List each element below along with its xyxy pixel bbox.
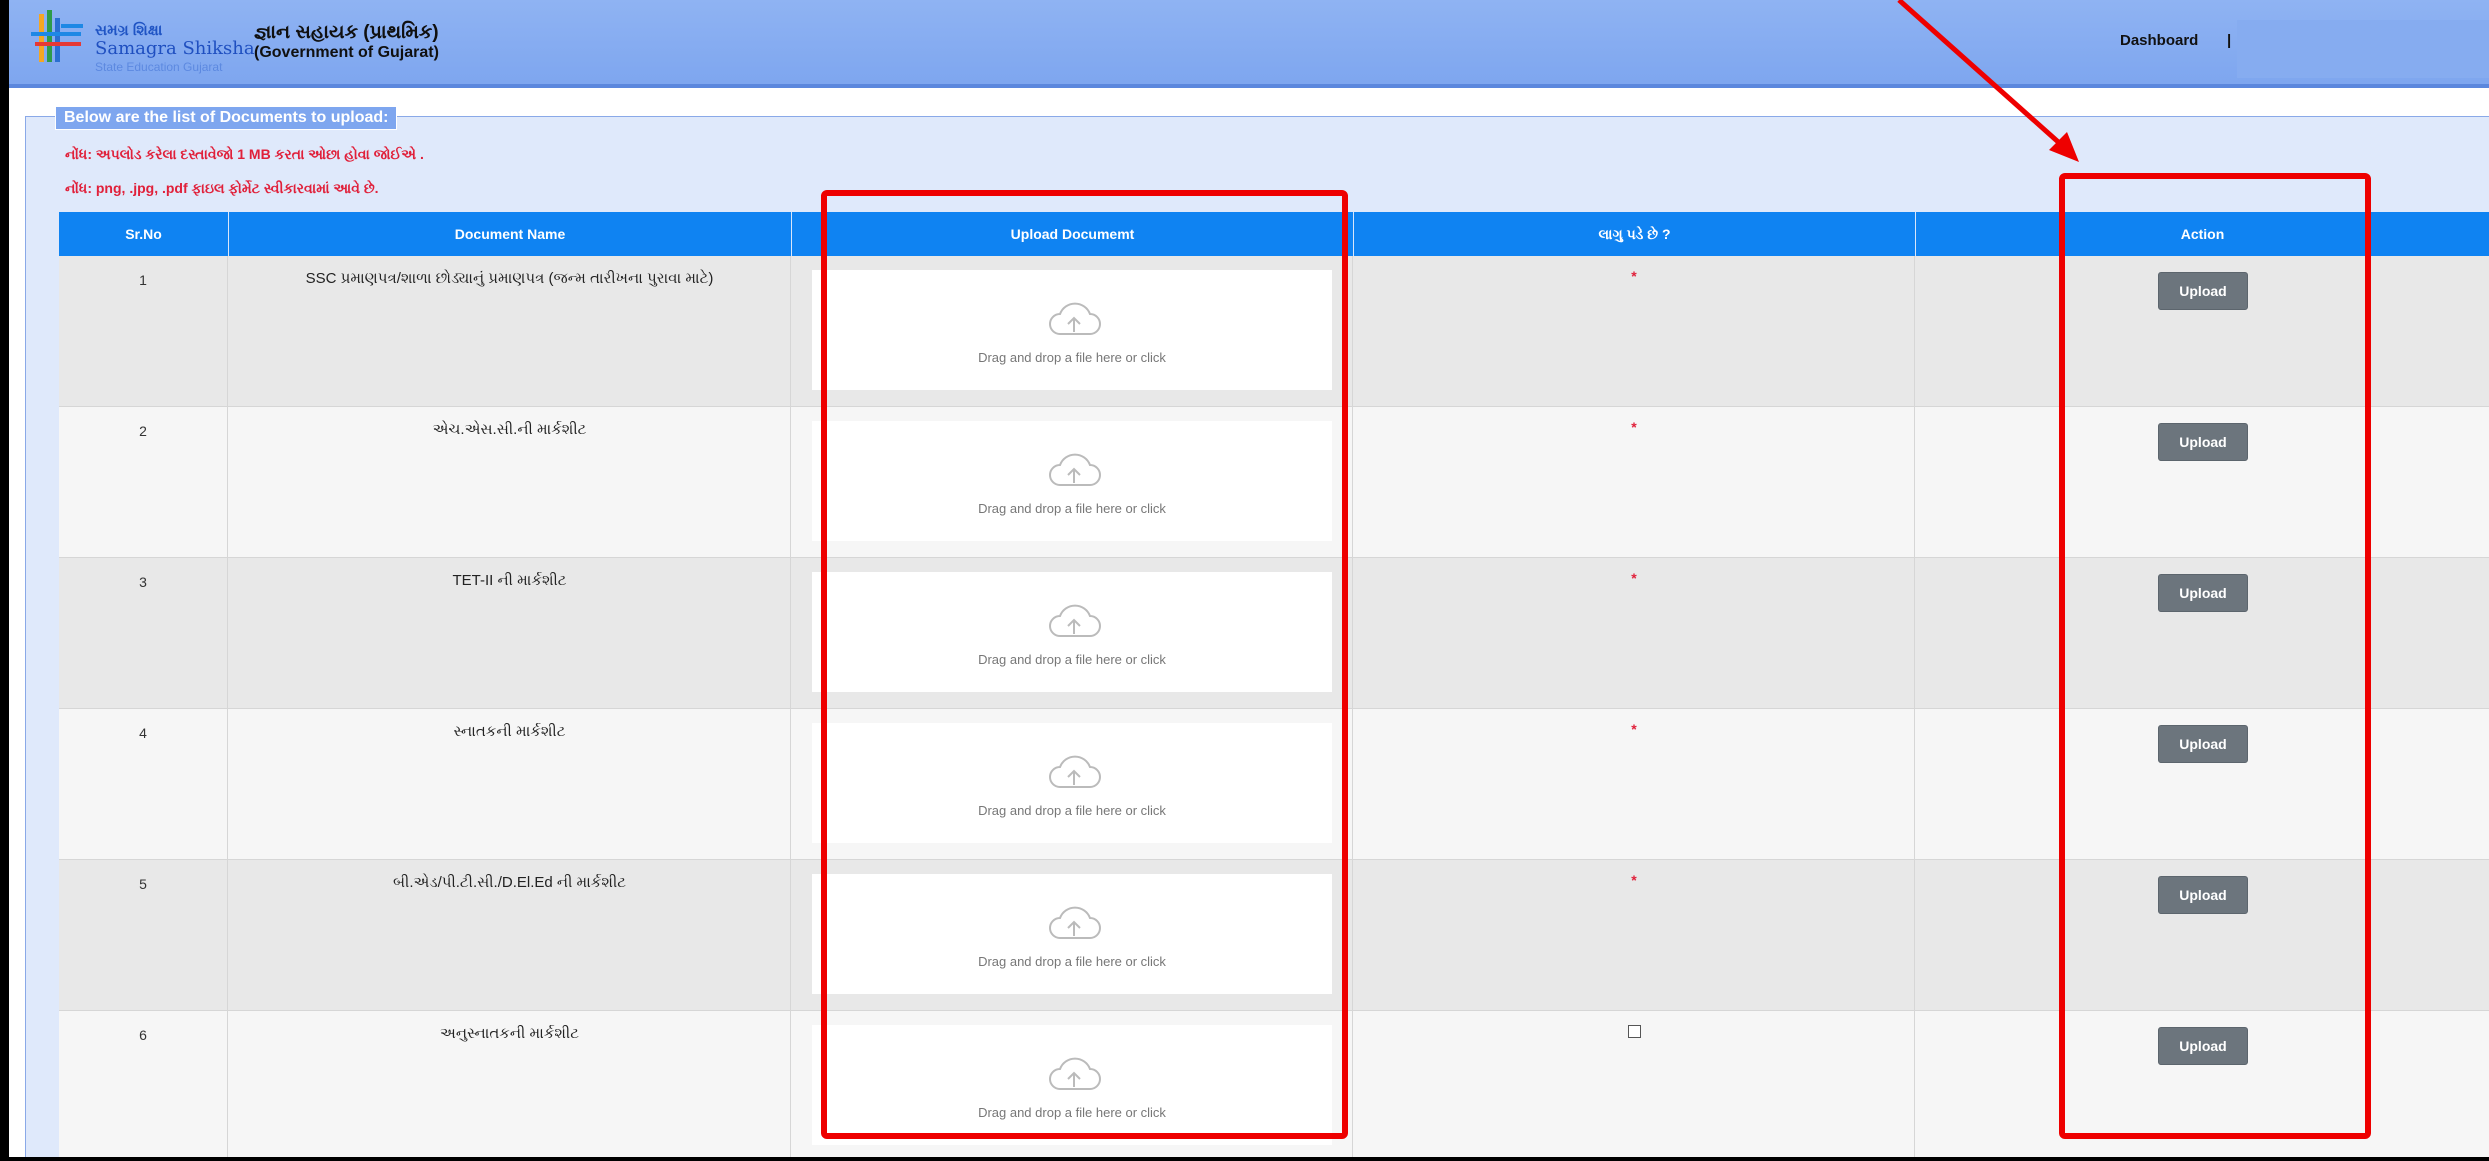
row-document-name: એચ.એસ.સી.ની માર્કશીટ xyxy=(432,421,587,438)
page-subtitle: (Government of Gujarat) xyxy=(254,44,439,61)
applicable-checkbox[interactable] xyxy=(1628,1025,1641,1038)
row-document-name: અનુસ્નાતકની માર્કશીટ xyxy=(440,1025,579,1042)
app-header: સમગ્ર શિક્ષા Samagra Shiksha State Educa… xyxy=(9,0,2489,88)
header-document-name: Document Name xyxy=(229,212,792,256)
row-document-name: બી.એડ/પી.ટી.સી./D.El.Ed ની માર્કશીટ xyxy=(393,874,626,891)
row-sr-no: 6 xyxy=(139,1027,147,1043)
brand-subtitle: State Education Gujarat xyxy=(95,60,223,74)
size-note: નોંધ: અપલોડ કરેલા દસ્તાવેજો 1 MB કરતા ઓછ… xyxy=(65,146,424,162)
screenshot-frame: સમગ્ર શિક્ષા Samagra Shiksha State Educa… xyxy=(0,0,2489,1161)
row-document-name: SSC પ્રમાણપત્ર/શાળા છોડ્યાનું પ્રમાણપત્ર… xyxy=(305,270,714,287)
page-title: જ્ઞાન સહાયક (પ્રાથમિક) xyxy=(254,22,439,43)
page: સમગ્ર શિક્ષા Samagra Shiksha State Educa… xyxy=(9,0,2489,1157)
cell-sr-no: 6 xyxy=(59,1011,228,1157)
cell-applicable: * xyxy=(1354,407,1915,557)
cell-document-name: એચ.એસ.સી.ની માર્કશીટ xyxy=(229,407,791,557)
samagra-shiksha-logo xyxy=(31,10,83,62)
required-asterisk: * xyxy=(1631,419,1637,435)
annotation-action-column-box xyxy=(2059,173,2371,1139)
brand-gujarati: સમગ્ર શિક્ષા xyxy=(95,22,163,39)
header-applicable: લાગુ પડે છે ? xyxy=(1354,212,1916,256)
required-asterisk: * xyxy=(1631,721,1637,737)
annotation-upload-column-box xyxy=(821,190,1348,1139)
row-sr-no: 3 xyxy=(139,574,147,590)
cell-applicable: * xyxy=(1354,256,1915,406)
cell-document-name: SSC પ્રમાણપત્ર/શાળા છોડ્યાનું પ્રમાણપત્ર… xyxy=(229,256,791,406)
cell-applicable: * xyxy=(1354,558,1915,708)
cell-document-name: TET-II ની માર્કશીટ xyxy=(229,558,791,708)
cell-document-name: બી.એડ/પી.ટી.સી./D.El.Ed ની માર્કશીટ xyxy=(229,860,791,1010)
row-document-name: TET-II ની માર્કશીટ xyxy=(452,572,567,589)
required-asterisk: * xyxy=(1631,872,1637,888)
nav-dashboard-link[interactable]: Dashboard xyxy=(2120,32,2198,49)
header-sr-no: Sr.No xyxy=(59,212,229,256)
annotation-arrow xyxy=(1897,0,2079,162)
brand-name: Samagra Shiksha xyxy=(95,38,255,59)
nav-user-area[interactable] xyxy=(2237,20,2489,78)
nav-divider: | xyxy=(2227,32,2232,49)
cell-sr-no: 2 xyxy=(59,407,228,557)
row-sr-no: 2 xyxy=(139,423,147,439)
format-note: નોંધ: png, .jpg, .pdf ફાઇલ ફોર્મેટ સ્વીક… xyxy=(65,180,379,196)
row-sr-no: 1 xyxy=(139,272,147,288)
cell-applicable: * xyxy=(1354,709,1915,859)
cell-applicable xyxy=(1354,1011,1915,1157)
row-sr-no: 4 xyxy=(139,725,147,741)
fieldset-legend: Below are the list of Documents to uploa… xyxy=(55,106,398,130)
cell-document-name: અનુસ્નાતકની માર્કશીટ xyxy=(229,1011,791,1157)
cell-sr-no: 4 xyxy=(59,709,228,859)
row-sr-no: 5 xyxy=(139,876,147,892)
required-asterisk: * xyxy=(1631,570,1637,586)
row-document-name: સ્નાતકની માર્કશીટ xyxy=(453,723,566,740)
cell-sr-no: 3 xyxy=(59,558,228,708)
cell-document-name: સ્નાતકની માર્કશીટ xyxy=(229,709,791,859)
cell-applicable: * xyxy=(1354,860,1915,1010)
required-asterisk: * xyxy=(1631,268,1637,284)
cell-sr-no: 1 xyxy=(59,256,228,406)
cell-sr-no: 5 xyxy=(59,860,228,1010)
